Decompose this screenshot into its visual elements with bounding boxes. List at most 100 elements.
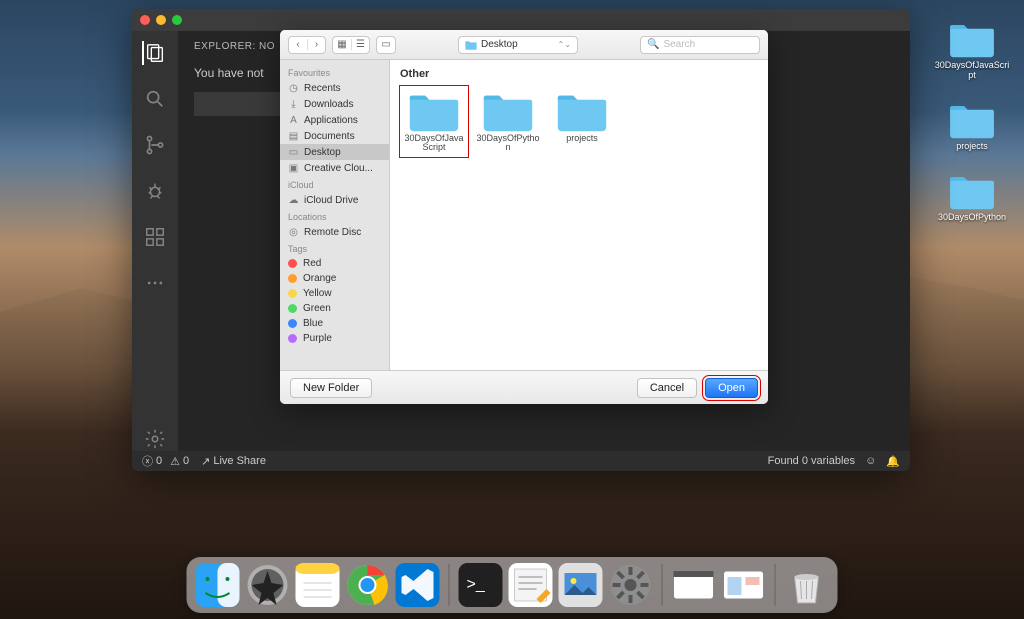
extensions-icon[interactable] — [143, 225, 167, 249]
folder-item-projects[interactable]: projects — [548, 86, 616, 157]
dock-notes-icon[interactable] — [295, 562, 341, 608]
sidebar-group-label: iCloud — [280, 176, 389, 192]
vscode-titlebar — [132, 9, 910, 31]
debug-icon[interactable] — [143, 179, 167, 203]
close-window-button[interactable] — [140, 15, 150, 25]
sidebar-item-creative-clou-[interactable]: ▣ Creative Clou... — [280, 160, 389, 176]
vscode-activity-bar — [132, 31, 178, 451]
new-folder-button[interactable]: New Folder — [290, 378, 372, 398]
tag-label: Purple — [303, 333, 332, 344]
tag-color-dot — [288, 334, 297, 343]
sidebar-item-desktop[interactable]: ▭Desktop — [280, 144, 389, 160]
search-placeholder: Search — [663, 39, 695, 50]
dialog-toolbar: ‹ › ▦ ☰ ▭ Desktop ⌃⌄ 🔍 Search — [280, 30, 768, 60]
sidebar-item-label: Documents — [304, 131, 355, 142]
folder-item-30DaysOfPython[interactable]: 30DaysOfPython — [474, 86, 542, 157]
desktop-folder-label: 30DaysOfJavaScript — [933, 61, 1011, 81]
sidebar-tag-red[interactable]: Red — [280, 256, 389, 271]
dock-window2-icon[interactable] — [721, 562, 767, 608]
tag-label: Yellow — [303, 288, 332, 299]
folder-item-30DaysOfJavaScript[interactable]: 30DaysOfJavaScript — [400, 86, 468, 157]
doc-icon: ▤ — [288, 131, 299, 142]
dock-settings-icon[interactable] — [608, 562, 654, 608]
sidebar-item-icloud-drive[interactable]: ☁ iCloud Drive — [280, 192, 389, 208]
dock-vscode-icon[interactable] — [395, 562, 441, 608]
tag-label: Orange — [303, 273, 336, 284]
status-errors[interactable]: ⓧ0 — [142, 453, 162, 469]
list-view-button[interactable]: ☰ — [351, 39, 369, 50]
tag-label: Green — [303, 303, 331, 314]
maximize-window-button[interactable] — [172, 15, 182, 25]
content-section-header: Other — [400, 66, 758, 86]
location-dropdown[interactable]: Desktop ⌃⌄ — [458, 36, 578, 54]
dock-window1-icon[interactable] — [671, 562, 717, 608]
tag-label: Blue — [303, 318, 323, 329]
nav-back-button[interactable]: ‹ — [289, 39, 307, 50]
sidebar-tag-yellow[interactable]: Yellow — [280, 286, 389, 301]
source-control-icon[interactable] — [143, 133, 167, 157]
desktop-folder-label: projects — [956, 142, 988, 152]
sidebar-item-recents[interactable]: ◷Recents — [280, 80, 389, 96]
dialog-search-input[interactable]: 🔍 Search — [640, 36, 760, 54]
status-found-variables[interactable]: Found 0 variables — [768, 455, 855, 467]
tag-label: Red — [303, 258, 321, 269]
sidebar-item-downloads[interactable]: ⤓ Downloads — [280, 96, 389, 112]
dialog-footer: New Folder Cancel Open — [280, 370, 768, 404]
dock-textedit-icon[interactable] — [508, 562, 554, 608]
desktop-folder-30DaysOfPython[interactable]: 30DaysOfPython — [933, 172, 1011, 223]
status-warnings[interactable]: ⚠0 — [170, 455, 189, 468]
search-icon[interactable] — [143, 87, 167, 111]
sidebar-item-applications[interactable]: AApplications — [280, 112, 389, 128]
search-icon: 🔍 — [647, 39, 659, 50]
sidebar-item-remote-disc[interactable]: ◎ Remote Disc — [280, 224, 389, 240]
dock-finder-icon[interactable] — [195, 562, 241, 608]
desktop-folder-projects[interactable]: projects — [933, 101, 1011, 152]
cancel-button[interactable]: Cancel — [637, 378, 697, 398]
sidebar-tag-green[interactable]: Green — [280, 301, 389, 316]
open-button[interactable]: Open — [705, 378, 758, 398]
settings-icon[interactable] — [143, 427, 167, 451]
dock-launchpad-icon[interactable] — [245, 562, 291, 608]
sidebar-item-documents[interactable]: ▤ Documents — [280, 128, 389, 144]
icon-view-button[interactable]: ▦ — [333, 39, 351, 50]
cloud-folder-icon: ▣ — [288, 163, 299, 174]
desktop-folder-30DaysOfJavaScript[interactable]: 30DaysOfJavaScript — [933, 20, 1011, 81]
explorer-icon[interactable] — [142, 41, 166, 65]
arrange-button[interactable]: ▭ — [376, 36, 396, 54]
dock-trash-icon[interactable] — [784, 562, 830, 608]
minimize-window-button[interactable] — [156, 15, 166, 25]
nav-forward-button[interactable]: › — [307, 39, 325, 50]
download-icon: ⤓ — [288, 99, 299, 110]
sidebar-item-label: Recents — [304, 83, 341, 94]
status-bell-icon[interactable]: 🔔 — [886, 455, 900, 468]
disc-icon: ◎ — [288, 227, 299, 238]
location-label: Desktop — [481, 39, 518, 50]
sidebar-tag-blue[interactable]: Blue — [280, 316, 389, 331]
sidebar-item-label: iCloud Drive — [304, 195, 358, 206]
apps-icon: A — [288, 115, 299, 126]
sidebar-tag-orange[interactable]: Orange — [280, 271, 389, 286]
sidebar-item-label: Creative Clou... — [304, 163, 373, 174]
dialog-content-area: Other 30DaysOfJavaScript 30DaysOfPython pr… — [390, 60, 768, 370]
open-file-dialog: ‹ › ▦ ☰ ▭ Desktop ⌃⌄ 🔍 Search Favourites… — [280, 30, 768, 404]
more-icon[interactable] — [143, 271, 167, 295]
view-mode-toggle: ▦ ☰ — [332, 36, 370, 54]
tag-color-dot — [288, 319, 297, 328]
dock-separator — [775, 564, 776, 606]
folder-name-label: projects — [566, 134, 598, 143]
sidebar-item-label: Remote Disc — [304, 227, 361, 238]
nav-back-forward: ‹ › — [288, 36, 326, 54]
sidebar-tag-purple[interactable]: Purple — [280, 331, 389, 346]
dock-preview-icon[interactable] — [558, 562, 604, 608]
vscode-status-bar: ⓧ0 ⚠0 ↗Live Share Found 0 variables ☺ 🔔 — [132, 451, 910, 471]
status-feedback-icon[interactable]: ☺ — [865, 455, 876, 467]
status-live-share[interactable]: ↗Live Share — [201, 455, 266, 468]
dock-chrome-icon[interactable] — [345, 562, 391, 608]
tag-color-dot — [288, 274, 297, 283]
cloud-icon: ☁ — [288, 195, 299, 206]
tag-color-dot — [288, 304, 297, 313]
dock-terminal-icon[interactable]: >_ — [458, 562, 504, 608]
folder-name-label: 30DaysOfPython — [476, 134, 540, 153]
sidebar-item-label: Downloads — [304, 99, 353, 110]
folder-grid: 30DaysOfJavaScript 30DaysOfPython projects — [400, 86, 758, 157]
